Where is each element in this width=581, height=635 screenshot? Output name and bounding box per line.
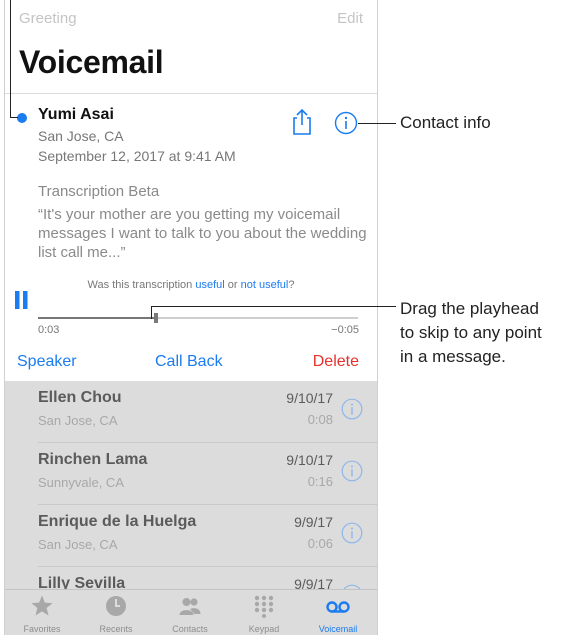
callout-playhead-line2: to skip to any point — [400, 323, 542, 342]
info-icon[interactable] — [334, 111, 358, 135]
voicemail-list: Ellen Chou San Jose, CA 9/10/17 0:08 Rin… — [5, 381, 377, 589]
list-item-name: Ellen Chou — [38, 389, 122, 406]
tab-favorites[interactable]: Favorites — [5, 590, 79, 635]
list-item-location: San Jose, CA — [38, 413, 118, 428]
unread-indicator — [17, 113, 27, 123]
transcription-feedback: Was this transcription useful or not use… — [5, 279, 377, 291]
useful-link[interactable]: useful — [195, 279, 224, 291]
callout-leader-playhead — [151, 306, 396, 307]
tab-label: Contacts — [172, 624, 208, 634]
greeting-button[interactable]: Greeting — [19, 10, 77, 27]
caller-location: San Jose, CA — [38, 128, 124, 144]
edit-button[interactable]: Edit — [337, 10, 363, 27]
callout-leader-contact — [358, 123, 396, 124]
list-item-name: Enrique de la Huelga — [38, 513, 197, 530]
transcription-text: “It's your mother are you getting my voi… — [38, 206, 367, 261]
page-title: Voicemail — [19, 44, 164, 80]
caller-name: Yumi Asai — [38, 106, 114, 123]
header-divider — [5, 93, 377, 94]
info-icon[interactable] — [341, 522, 363, 544]
tab-label: Voicemail — [318, 624, 358, 634]
keypad-icon — [254, 595, 274, 618]
transcription-title: Transcription Beta — [38, 183, 160, 200]
tab-bar: Favorites Recents Contacts Keypad Voicem… — [5, 589, 377, 635]
tab-label: Keypad — [248, 624, 280, 634]
callout-leader-unread-tick — [10, 117, 18, 118]
list-item-date: 9/10/17 — [286, 390, 333, 406]
callout-contact-info: Contact info — [400, 113, 491, 132]
list-item-date: 9/9/17 — [294, 576, 333, 589]
callout-playhead-line3: in a message. — [400, 347, 506, 366]
tab-keypad[interactable]: Keypad — [227, 590, 301, 635]
list-item[interactable]: Ellen Chou San Jose, CA 9/10/17 0:08 — [5, 381, 377, 443]
call-back-button[interactable]: Call Back — [155, 353, 223, 371]
feedback-or: or — [224, 279, 241, 291]
pause-icon[interactable] — [14, 291, 30, 309]
list-item-name: Lilly Sevilla — [38, 575, 126, 589]
list-item-duration: 0:08 — [307, 412, 333, 427]
star-icon — [31, 595, 53, 616]
tab-label: Favorites — [23, 624, 61, 634]
message-date: September 12, 2017 at 9:41 AM — [38, 148, 236, 164]
callout-leader-unread — [10, 0, 11, 118]
share-icon[interactable] — [289, 108, 315, 136]
playhead[interactable] — [154, 313, 159, 323]
tab-voicemail[interactable]: Voicemail — [301, 590, 375, 635]
feedback-prefix: Was this transcription — [87, 279, 196, 291]
speaker-button[interactable]: Speaker — [17, 353, 77, 371]
playback-scrubber[interactable] — [38, 313, 358, 323]
nav-bar: Greeting Edit — [5, 0, 377, 30]
contacts-icon — [179, 598, 201, 615]
feedback-suffix: ? — [288, 279, 295, 291]
message-actions: Speaker Call Back Delete — [5, 353, 377, 375]
not-useful-link[interactable]: not useful — [241, 279, 289, 291]
list-item-duration: 0:06 — [307, 536, 333, 551]
list-item-name: Rinchen Lama — [38, 451, 148, 468]
tab-label: Recents — [99, 624, 133, 634]
phone-screen: Greeting Edit Voicemail Yumi Asai San Jo… — [4, 0, 378, 635]
callout-playhead-line1: Drag the playhead — [400, 299, 539, 318]
scrubber-progress — [38, 317, 157, 319]
list-item-duration: 0:16 — [307, 474, 333, 489]
clock-icon — [106, 596, 126, 616]
tab-contacts[interactable]: Contacts — [153, 590, 227, 635]
delete-button[interactable]: Delete — [313, 353, 359, 371]
info-icon[interactable] — [341, 398, 363, 420]
list-item-date: 9/9/17 — [294, 514, 333, 530]
list-item[interactable]: Enrique de la Huelga San Jose, CA 9/9/17… — [5, 505, 377, 567]
list-item[interactable]: Rinchen Lama Sunnyvale, CA 9/10/17 0:16 — [5, 443, 377, 505]
info-icon[interactable] — [341, 460, 363, 482]
list-item-date: 9/10/17 — [286, 452, 333, 468]
list-item[interactable]: Lilly Sevilla 9/9/17 — [5, 567, 377, 589]
voicemail-icon — [326, 601, 350, 613]
list-item-location: Sunnyvale, CA — [38, 475, 124, 490]
remaining-time: −0:05 — [331, 324, 359, 336]
callout-leader-playhead-vertical — [151, 306, 152, 319]
elapsed-time: 0:03 — [38, 324, 60, 336]
list-item-location: San Jose, CA — [38, 537, 118, 552]
tab-recents[interactable]: Recents — [79, 590, 153, 635]
